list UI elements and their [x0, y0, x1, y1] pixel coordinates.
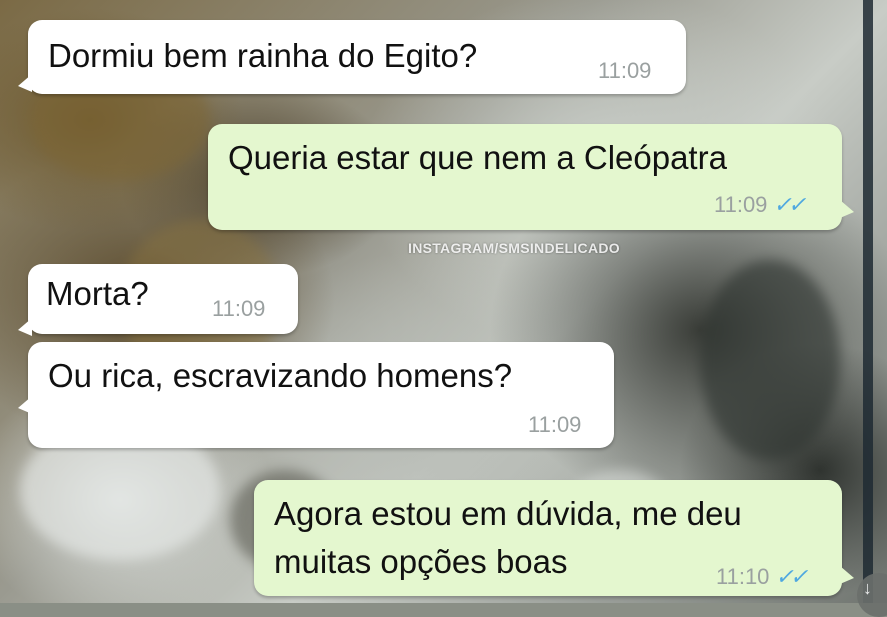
- message-text-line-2: muitas opções boas: [274, 543, 568, 580]
- message-text: Dormiu bem rainha do Egito?: [48, 37, 478, 74]
- message-meta: 11:10 ✓✓: [716, 564, 808, 590]
- watermark-text: INSTAGRAM/SMSINDELICADO: [408, 240, 620, 256]
- double-check-icon: ✓✓: [773, 192, 806, 217]
- message-time: 11:10: [716, 564, 770, 589]
- message-text: Ou rica, escravizando homens?: [48, 357, 513, 394]
- message-bubble-incoming[interactable]: Morta? 11:09: [18, 264, 298, 336]
- double-check-icon: ✓✓: [775, 564, 808, 589]
- message-bubble-incoming[interactable]: Ou rica, escravizando homens? 11:09: [18, 342, 614, 448]
- message-text: Morta?: [46, 275, 149, 312]
- message-text: Queria estar que nem a Cleópatra: [228, 139, 727, 176]
- message-bubble-incoming[interactable]: Dormiu bem rainha do Egito? 11:09: [18, 20, 686, 94]
- message-time: 11:09: [714, 192, 768, 217]
- message-text-line-1: Agora estou em dúvida, me deu: [274, 495, 742, 532]
- window-edge: [863, 0, 873, 603]
- message-time: 11:09: [598, 58, 652, 83]
- message-time: 11:09: [212, 296, 266, 321]
- scroll-down-icon[interactable]: ↓: [857, 573, 887, 617]
- message-time: 11:09: [528, 412, 582, 437]
- message-bubble-outgoing[interactable]: Queria estar que nem a Cleópatra 11:09 ✓✓: [208, 124, 854, 230]
- message-meta: 11:09 ✓✓: [714, 192, 806, 218]
- message-bubble-outgoing[interactable]: Agora estou em dúvida, me deu muitas opç…: [254, 480, 854, 596]
